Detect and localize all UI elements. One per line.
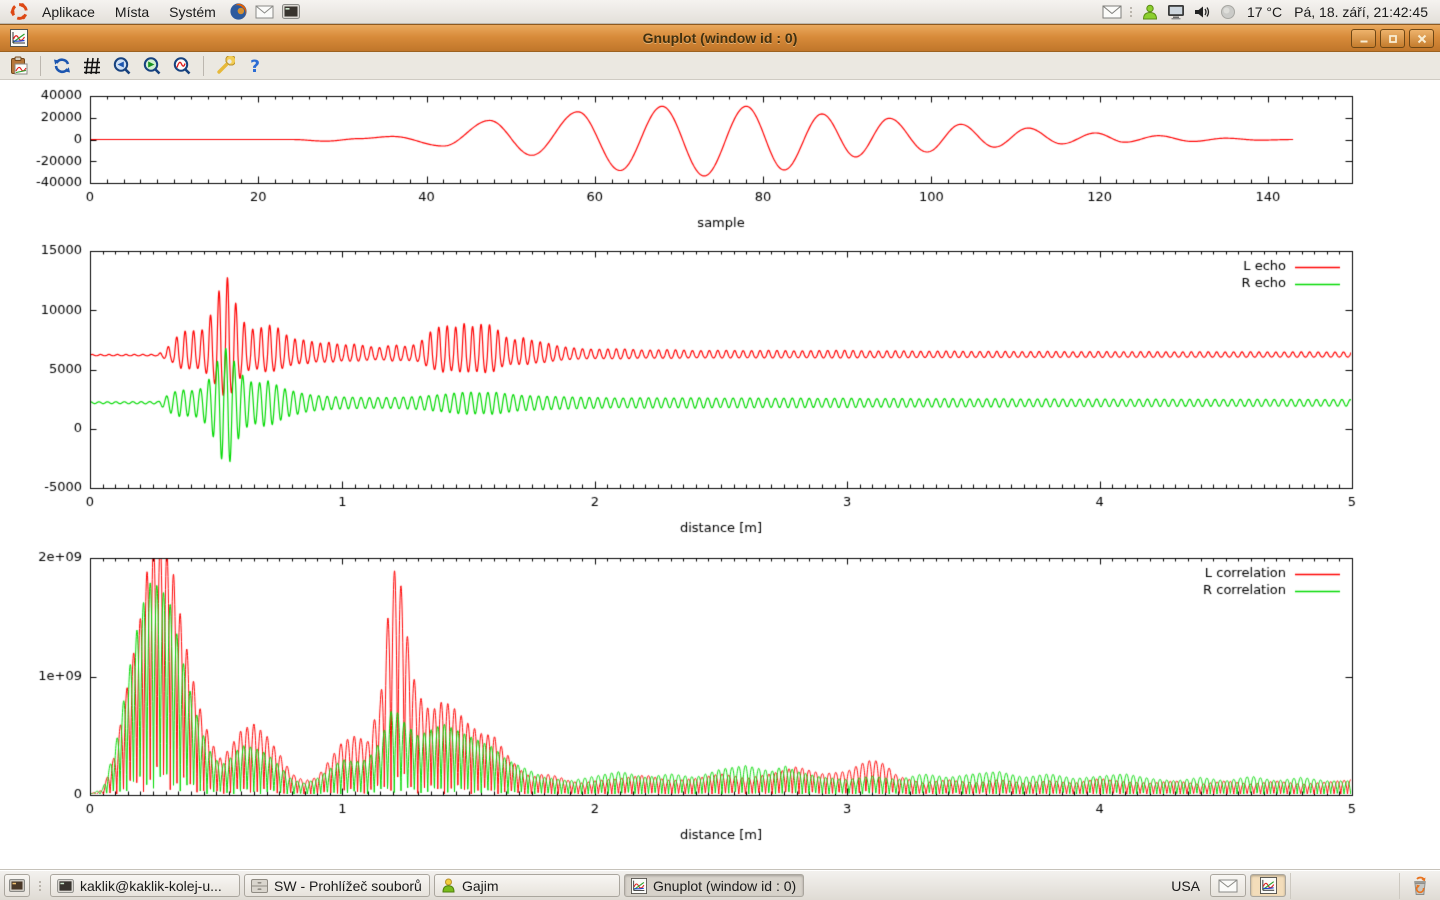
- user-switcher-icon[interactable]: [1140, 2, 1160, 22]
- temperature-indicator[interactable]: 17 °C: [1241, 4, 1288, 20]
- replot-button[interactable]: [49, 54, 75, 78]
- toolbar-separator: [40, 56, 41, 76]
- taskbar-button-label: kaklik@kaklik-kolej-u...: [80, 878, 222, 894]
- display-settings-icon[interactable]: [1166, 2, 1186, 22]
- window-titlebar[interactable]: Gnuplot (window id : 0): [0, 24, 1440, 52]
- tasklist-handle[interactable]: [37, 877, 43, 895]
- gnuplot-toolbar: ?: [0, 52, 1440, 80]
- autoscale-button[interactable]: [169, 54, 195, 78]
- taskbar-button-gnuplot[interactable]: Gnuplot (window id : 0): [624, 874, 804, 897]
- close-button[interactable]: [1409, 29, 1434, 48]
- terminal-icon: [57, 879, 74, 893]
- applet-handle[interactable]: [1128, 3, 1134, 21]
- taskbar-button-file-manager[interactable]: SW - Prohlížeč souborů: [244, 874, 430, 897]
- menu-system[interactable]: Systém: [159, 0, 226, 24]
- terminal-launcher-icon[interactable]: [281, 2, 301, 22]
- taskbar-button-terminal[interactable]: kaklik@kaklik-kolej-u...: [50, 874, 240, 897]
- top-panel: Aplikace Místa Systém: [0, 0, 1440, 24]
- trash-icon[interactable]: [1407, 873, 1433, 899]
- volume-icon[interactable]: [1192, 2, 1212, 22]
- ubuntu-logo-icon[interactable]: [9, 2, 29, 22]
- weather-icon[interactable]: [1218, 2, 1238, 22]
- menu-places[interactable]: Místa: [105, 0, 159, 24]
- minimize-button[interactable]: [1351, 29, 1376, 48]
- show-desktop-button[interactable]: [4, 874, 30, 897]
- tray-gnuplot-button[interactable]: [1250, 874, 1286, 897]
- svg-text:?: ?: [250, 57, 260, 76]
- desktop: Aplikace Místa Systém: [0, 0, 1440, 900]
- previous-zoom-button[interactable]: [109, 54, 135, 78]
- taskbar-button-label: Gnuplot (window id : 0): [653, 878, 796, 894]
- toggle-grid-button[interactable]: [79, 54, 105, 78]
- window-title: Gnuplot (window id : 0): [0, 30, 1440, 46]
- gnuplot-icon: [631, 878, 647, 894]
- tray-mail-button[interactable]: [1210, 874, 1246, 897]
- file-manager-icon: [251, 879, 268, 893]
- toolbar-separator: [203, 56, 204, 76]
- copy-to-clipboard-button[interactable]: [6, 54, 32, 78]
- next-zoom-button[interactable]: [139, 54, 165, 78]
- maximize-button[interactable]: [1380, 29, 1405, 48]
- mail-launcher-icon[interactable]: [255, 2, 275, 22]
- gajim-icon: [441, 878, 456, 893]
- bottom-taskbar: kaklik@kaklik-kolej-u... SW - Prohlížeč …: [0, 870, 1440, 900]
- gnuplot-icon: [1260, 877, 1277, 894]
- settings-button[interactable]: [212, 54, 238, 78]
- plot-canvas[interactable]: [0, 80, 1440, 870]
- firefox-icon[interactable]: [229, 2, 249, 22]
- taskbar-button-label: Gajim: [462, 878, 499, 894]
- notification-tray: [1290, 873, 1400, 899]
- gnuplot-plot-area: [0, 80, 1440, 870]
- help-button[interactable]: ?: [242, 54, 268, 78]
- mail-notify-icon[interactable]: [1102, 2, 1122, 22]
- clock[interactable]: Pá, 18. září, 21:42:45: [1288, 4, 1434, 20]
- taskbar-button-gajim[interactable]: Gajim: [434, 874, 620, 897]
- taskbar-button-label: SW - Prohlížeč souborů: [274, 878, 422, 894]
- menu-applications[interactable]: Aplikace: [32, 0, 105, 24]
- keyboard-layout-indicator[interactable]: USA: [1165, 878, 1206, 894]
